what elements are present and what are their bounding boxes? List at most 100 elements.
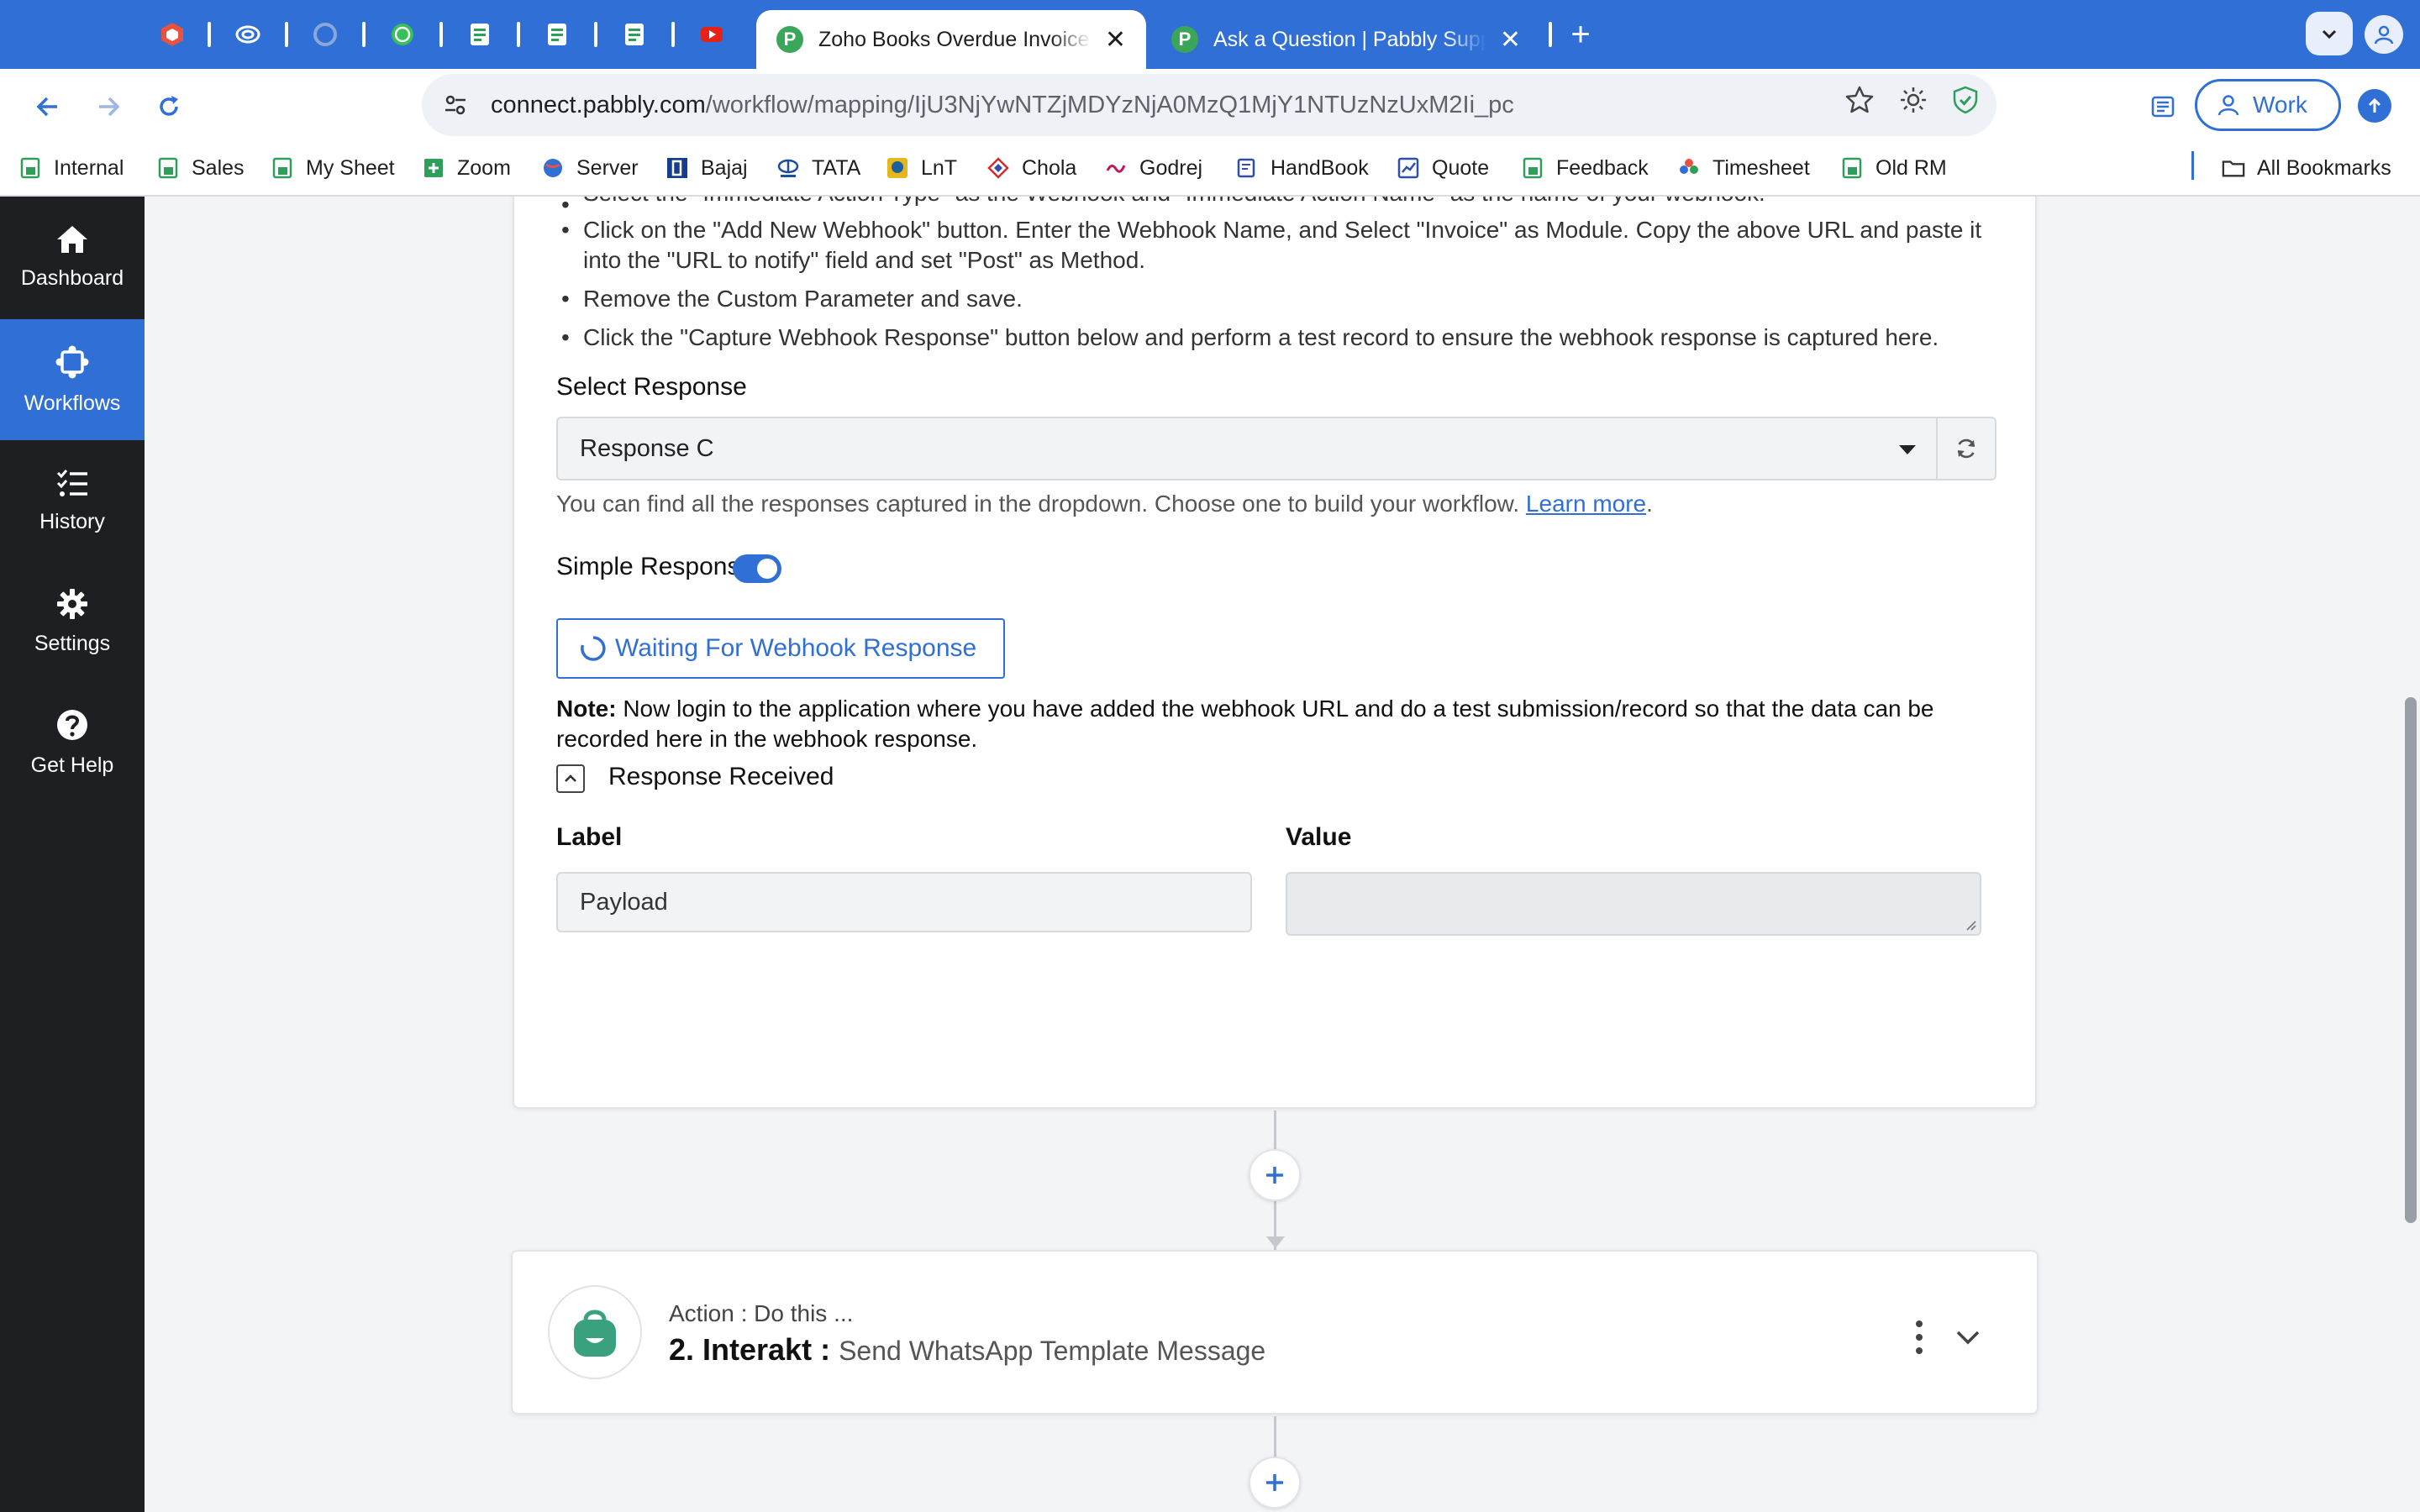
bookmark-tata[interactable]: TATA [776, 151, 860, 185]
sheets-icon [1521, 156, 1544, 180]
address-bar[interactable]: connect.pabbly.com/workflow/mapping/IjU3… [422, 74, 1996, 136]
bookmark-handbook[interactable]: HandBook [1235, 151, 1369, 185]
sidebar-item-settings[interactable]: Settings [0, 561, 145, 682]
back-button[interactable] [25, 84, 71, 129]
tab-title: Zoho Books Overdue Invoice Reminder [818, 27, 1092, 51]
bookmark-internal[interactable]: Internal [18, 151, 124, 185]
new-tab-button[interactable]: + [1561, 15, 1600, 54]
expand-step-icon[interactable] [1951, 1320, 1985, 1354]
reading-list-icon[interactable] [2144, 87, 2183, 126]
pinned-tab-icon[interactable] [153, 15, 192, 54]
sheets-icon [156, 156, 180, 180]
trigger-step-card: Select the "Immediate Action Type" as th… [513, 197, 2037, 1109]
pabbly-favicon: P [1171, 26, 1198, 53]
profile-avatar[interactable] [2365, 15, 2403, 54]
simple-response-toggle[interactable] [733, 554, 781, 583]
label-column-header: Label [556, 823, 623, 851]
sheets-icon [471, 24, 489, 45]
flower-icon [1677, 156, 1701, 180]
response-received-label: Response Received [608, 763, 834, 790]
action-event: Send WhatsApp Template Message [839, 1336, 1266, 1366]
close-tab-icon[interactable]: ✕ [1500, 25, 1521, 55]
site-settings-icon[interactable] [439, 88, 472, 122]
chevron-down-icon [1956, 1331, 1980, 1345]
instruction-item: Remove the Custom Parameter and save. [556, 284, 2018, 314]
youtube-icon [701, 27, 723, 42]
bookmark-server[interactable]: Server [541, 151, 639, 185]
update-arrow-icon[interactable] [2358, 89, 2391, 123]
brightness-icon[interactable] [1896, 82, 1931, 118]
bookmark-star-icon[interactable] [1842, 82, 1877, 118]
sidebar-item-workflows[interactable]: Workflows [0, 319, 145, 440]
close-tab-icon[interactable]: ✕ [1105, 25, 1126, 55]
bookmark-old-rm[interactable]: Old RM [1840, 151, 1947, 185]
value-column-header: Value [1286, 823, 1352, 851]
shield-icon[interactable] [1948, 82, 1983, 118]
interakt-app-icon [548, 1285, 642, 1379]
pinned-tab-icon[interactable] [229, 15, 267, 54]
sheets-icon [548, 24, 566, 45]
rings-app-icon [235, 25, 260, 44]
bookmark-timesheet[interactable]: Timesheet [1677, 151, 1810, 185]
home-icon [57, 225, 87, 253]
browser-tab-strip: P Zoho Books Overdue Invoice Reminder ✕ … [0, 0, 2420, 69]
webhook-note: Note: Now login to the application where… [556, 696, 1934, 752]
refresh-responses-button[interactable] [1936, 417, 1996, 480]
waiting-webhook-button[interactable]: Waiting For Webhook Response [556, 618, 1005, 679]
pinned-tab-icon[interactable] [460, 15, 499, 54]
gear-icon [57, 588, 87, 619]
learn-more-link[interactable]: Learn more [1526, 491, 1646, 517]
bookmark-quote[interactable]: Quote [1397, 151, 1489, 185]
tab-search-button[interactable] [2306, 12, 2353, 55]
value-field[interactable] [1286, 872, 1981, 936]
chevron-down-icon [2322, 29, 2337, 39]
pinned-tab-icon[interactable] [383, 15, 422, 54]
select-response-label: Select Response [556, 373, 747, 401]
tab-zoho-books[interactable]: P Zoho Books Overdue Invoice Reminder ✕ [756, 10, 1146, 69]
person-icon [2217, 95, 2239, 116]
resize-handle-icon[interactable] [1965, 919, 1976, 931]
sidebar-item-get-help[interactable]: Get Help [0, 682, 145, 803]
sheets-icon [271, 156, 294, 180]
forward-button[interactable] [86, 84, 131, 129]
all-bookmarks-button[interactable]: All Bookmarks [2222, 151, 2391, 185]
bookmarks-bar: Internal Sales My Sheet Zoom Server Baja… [0, 144, 2420, 192]
chola-logo-icon [986, 156, 1010, 180]
pinned-tab-icon[interactable] [692, 15, 731, 54]
work-profile-button[interactable]: Work [2195, 79, 2341, 131]
simple-response-label: Simple Response [556, 553, 755, 580]
whatsapp-icon [392, 24, 413, 45]
add-step-button[interactable] [1249, 1457, 1301, 1509]
bookmark-chola[interactable]: Chola [986, 151, 1076, 185]
pinned-tab-icon[interactable] [615, 15, 654, 54]
page-scrollbar[interactable] [2405, 697, 2417, 1223]
tab-ask-question[interactable]: P Ask a Question | Pabbly Support ✕ [1151, 10, 1541, 69]
bajaj-logo-icon [666, 156, 689, 180]
pinned-tab-icon[interactable] [538, 15, 576, 54]
bookmark-feedback[interactable]: Feedback [1521, 151, 1649, 185]
label-field[interactable]: Payload [556, 872, 1252, 932]
tata-logo-icon [776, 156, 800, 180]
godrej-logo-icon [1104, 156, 1128, 180]
add-step-button[interactable] [1249, 1149, 1301, 1201]
reload-button[interactable] [146, 84, 192, 129]
bookmark-lnt[interactable]: LnT [886, 151, 957, 185]
bookmark-zoom[interactable]: Zoom [422, 151, 511, 185]
document-edit-icon [1235, 156, 1259, 180]
pinned-tab-icon[interactable] [306, 15, 345, 54]
bookmark-sales[interactable]: Sales [156, 151, 245, 185]
bookmark-bajaj[interactable]: Bajaj [666, 151, 748, 185]
bookmark-godrej[interactable]: Godrej [1104, 151, 1202, 185]
response-dropdown[interactable]: Response C [556, 417, 1938, 480]
plus-icon [1266, 1167, 1283, 1184]
more-options-icon[interactable] [1912, 1320, 1926, 1354]
collapse-response-button[interactable] [556, 764, 585, 793]
sidebar-item-dashboard[interactable]: Dashboard [0, 197, 145, 318]
sidebar-item-history[interactable]: History [0, 440, 145, 561]
folder-icon [2222, 156, 2245, 180]
bag-icon [574, 1310, 616, 1357]
bookmark-my-sheet[interactable]: My Sheet [271, 151, 395, 185]
action-step-card[interactable]: Action : Do this ... 2. Interakt : Send … [511, 1250, 2039, 1415]
arrow-right-icon [99, 97, 120, 117]
tab-title: Ask a Question | Pabbly Support [1213, 27, 1486, 51]
